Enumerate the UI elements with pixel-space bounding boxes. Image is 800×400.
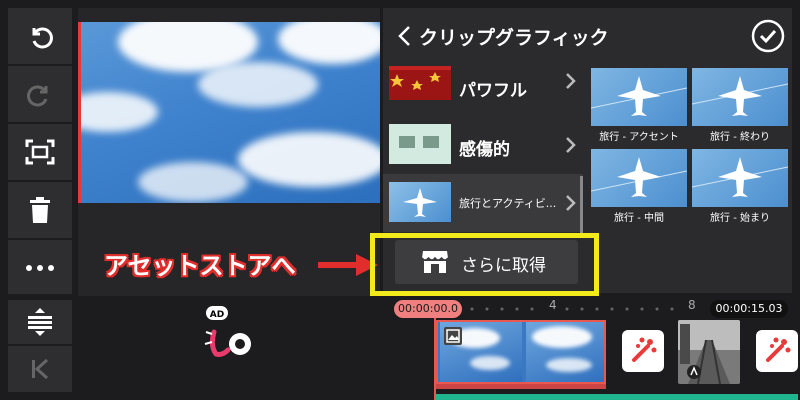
skip-to-start-icon <box>32 359 49 379</box>
magic-wand-icon <box>632 337 657 362</box>
more-horizontal-icon <box>26 265 54 271</box>
category-label: パワフル <box>459 81 527 101</box>
graphic-label: 旅行 - 中間 <box>614 213 664 224</box>
transition-button[interactable] <box>622 330 664 372</box>
annotation-text: アセットストアへ <box>104 252 296 280</box>
chevron-right-icon <box>566 195 576 211</box>
kinemaster-lite-logo: AD <box>200 302 260 372</box>
track-adjust-button[interactable] <box>8 300 72 344</box>
graphic-label: 旅行 - 終わり <box>710 132 770 143</box>
more-button[interactable] <box>8 240 72 296</box>
ad-badge: AD <box>210 310 224 320</box>
image-clip-icon <box>444 327 462 345</box>
annotation-arrow-icon <box>318 254 378 276</box>
tick-label: 4 <box>549 298 557 312</box>
app-window: クリップグラフィック パワフル 感傷的 旅行とアクティビ... 旅行 - アクセ… <box>0 0 800 400</box>
preview-edge-marker <box>78 22 81 203</box>
travel-thumbnail <box>389 182 451 222</box>
undo-icon <box>32 27 53 49</box>
graphic-thumbnail <box>591 149 687 207</box>
chevron-right-icon <box>566 73 576 89</box>
category-item-sentimental[interactable]: 感傷的 <box>383 116 583 174</box>
category-item-travel[interactable]: 旅行とアクティビ... <box>383 174 583 232</box>
fit-screen-icon <box>25 139 55 165</box>
graphic-tile[interactable]: 旅行 - 終わり <box>692 68 788 148</box>
total-duration: 00:00:15.03 <box>710 300 788 318</box>
graphic-thumbnail <box>591 68 687 126</box>
transition-button[interactable] <box>756 330 798 372</box>
graphic-tile[interactable]: 旅行 - 中間 <box>591 149 687 229</box>
powerful-thumbnail <box>389 66 451 100</box>
trash-icon <box>30 197 50 223</box>
playhead[interactable] <box>434 318 436 400</box>
video-clip[interactable] <box>678 320 740 384</box>
get-more-label: さらに取得 <box>461 256 546 276</box>
get-more-button[interactable]: さらに取得 <box>395 240 578 284</box>
graphic-tile[interactable]: 旅行 - アクセント <box>591 68 687 148</box>
panel-title: クリップグラフィック <box>419 27 609 49</box>
check-circle-icon[interactable] <box>751 19 785 53</box>
store-icon <box>421 251 449 273</box>
sky-preview-image <box>78 22 380 203</box>
jump-start-button[interactable] <box>8 346 72 392</box>
list-scrollbar[interactable] <box>580 176 583 236</box>
sentimental-thumbnail <box>389 124 451 164</box>
graphic-tile[interactable]: 旅行 - 始まり <box>692 149 788 229</box>
magic-wand-icon <box>766 337 791 362</box>
graphic-label: 旅行 - アクセント <box>599 132 679 143</box>
category-label: 感傷的 <box>459 140 510 160</box>
delete-button[interactable] <box>8 182 72 238</box>
chevron-right-icon <box>566 137 576 153</box>
graphic-thumbnail <box>692 149 788 207</box>
graphic-thumbnail <box>692 68 788 126</box>
clip-audio-strip <box>436 384 798 400</box>
redo-button[interactable] <box>8 66 72 122</box>
undo-button[interactable] <box>8 8 72 64</box>
tick-label: 8 <box>688 298 696 312</box>
chevron-left-icon[interactable] <box>393 24 417 48</box>
category-label: 旅行とアクティビ... <box>459 197 557 210</box>
category-item-powerful[interactable]: パワフル <box>383 60 583 118</box>
panel-header: クリップグラフィック <box>383 8 792 64</box>
graphic-label: 旅行 - 始まり <box>710 213 770 224</box>
adjust-height-icon <box>28 308 52 336</box>
left-toolbar <box>8 8 72 392</box>
clip-frame <box>526 322 604 382</box>
fit-screen-button[interactable] <box>8 124 72 180</box>
redo-icon <box>27 85 48 107</box>
current-time: 00:00:00.0 <box>394 300 462 318</box>
